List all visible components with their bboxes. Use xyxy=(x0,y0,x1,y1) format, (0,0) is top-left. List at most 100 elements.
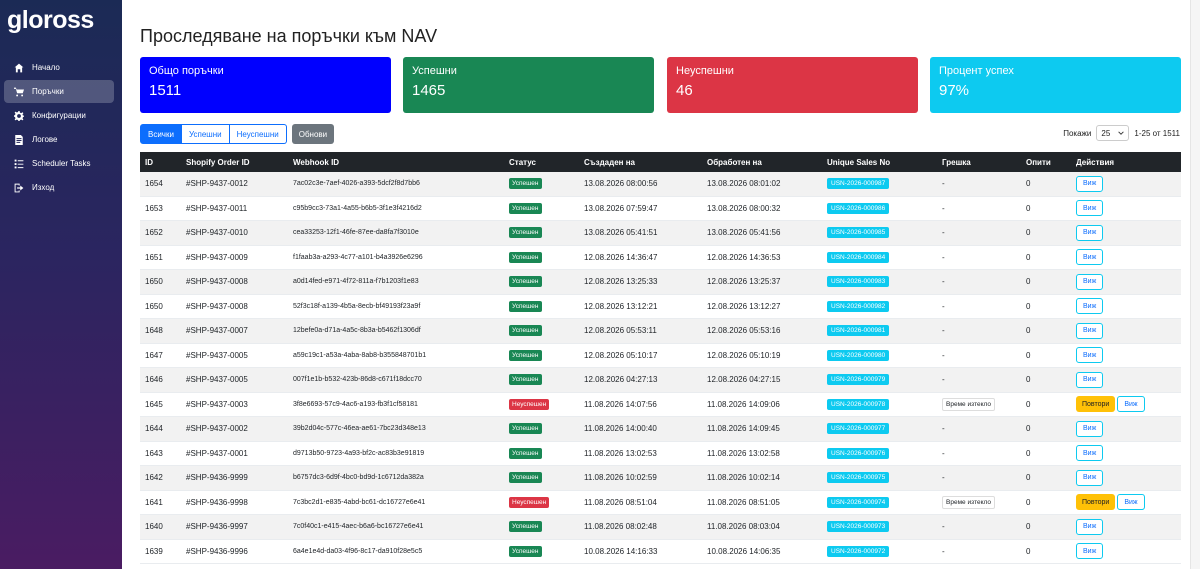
sidebar-item-logs[interactable]: Логове xyxy=(4,128,114,151)
sidebar-item-configurations[interactable]: Конфигурации xyxy=(4,104,114,127)
usn-badge: USN-2026-000978 xyxy=(827,398,890,410)
status-badge: Неуспешен xyxy=(509,398,550,410)
cell-status: Успешен xyxy=(509,515,542,539)
col-header-processed-at[interactable]: Обработен на xyxy=(707,152,762,172)
view-button[interactable]: Виж xyxy=(1076,469,1104,486)
view-button[interactable]: Виж xyxy=(1117,494,1145,511)
cell-error: - xyxy=(942,172,945,196)
per-page-label: Покажи xyxy=(1063,128,1092,138)
cell-attempts: 0 xyxy=(1026,448,1031,458)
error-text: - xyxy=(942,448,945,458)
usn-badge: USN-2026-000974 xyxy=(827,496,890,508)
cell-processed-at: 11.08.2026 08:03:04 xyxy=(707,522,780,532)
cell-created-at: 11.08.2026 14:00:40 xyxy=(584,424,657,434)
view-button[interactable]: Виж xyxy=(1076,249,1104,266)
stat-value: 97% xyxy=(939,82,970,99)
cell-webhook-id: cea33253-12f1-46fe-87ee-da8fa7f3010e xyxy=(293,229,419,237)
view-button[interactable]: Виж xyxy=(1076,518,1104,535)
sidebar-item-label: Изход xyxy=(32,183,55,192)
col-header-webhook-id[interactable]: Webhook ID xyxy=(293,152,339,172)
table-row: 1644 #SHP-9437-0002 39b2d04c-577c-46ea-ae6… xyxy=(140,417,1181,442)
cell-created-at: 12.08.2026 05:10:17 xyxy=(584,350,658,360)
cell-id: 1644 xyxy=(145,424,163,434)
table-row: 1647 #SHP-9437-0005 a59c19c1-a53a-4aba-8ab… xyxy=(140,344,1181,368)
cell-shopify-order-id: #SHP-9436-9996 xyxy=(186,546,248,556)
filter-success-button[interactable]: Успешни xyxy=(181,124,230,144)
sidebar-item-home[interactable]: Начало xyxy=(4,56,114,79)
error-text: - xyxy=(942,473,945,483)
table-row: 1648 #SHP-9437-0007 12befe0a-d71a-4a5c-8b3… xyxy=(140,319,1181,344)
cell-attempts: 0 xyxy=(1026,546,1031,556)
stat-value: 1511 xyxy=(149,82,182,99)
view-button[interactable]: Виж xyxy=(1076,371,1104,388)
view-button[interactable]: Виж xyxy=(1076,420,1104,437)
cell-created-at: 12.08.2026 14:36:47 xyxy=(584,252,658,262)
cell-error: Време изтекло xyxy=(942,491,995,515)
cell-id: 1645 xyxy=(145,399,163,409)
status-badge: Успешен xyxy=(509,521,542,533)
filter-all-button[interactable]: Всички xyxy=(140,124,182,144)
view-button[interactable]: Виж xyxy=(1076,273,1104,290)
table-row: 1646 #SHP-9437-0005 007f1e1b-b532-423b-86d… xyxy=(140,368,1181,393)
cell-unique-sales-no: USN-2026-000977 xyxy=(827,417,890,441)
cell-unique-sales-no: USN-2026-000974 xyxy=(827,491,890,515)
filter-failed-button[interactable]: Неуспешни xyxy=(229,124,287,144)
usn-badge: USN-2026-000987 xyxy=(827,178,890,190)
view-button[interactable]: Виж xyxy=(1076,175,1104,192)
cell-processed-at: 11.08.2026 14:09:06 xyxy=(707,399,780,409)
cell-attempts: 0 xyxy=(1026,375,1031,385)
cell-error: - xyxy=(942,344,945,368)
view-button[interactable]: Виж xyxy=(1076,224,1104,241)
col-header-created-at[interactable]: Създаден на xyxy=(584,152,635,172)
view-button[interactable]: Виж xyxy=(1117,396,1145,413)
page-scrollbar[interactable] xyxy=(1190,0,1200,569)
app-logo[interactable]: gloross xyxy=(7,6,94,35)
table-row: 1651 #SHP-9437-0009 f1faab3a-a293-4c77-a10… xyxy=(140,246,1181,270)
cell-processed-at: 12.08.2026 04:27:15 xyxy=(707,375,781,385)
pagination-range: 1-25 от 1511 xyxy=(1134,128,1180,138)
cell-status: Успешен xyxy=(509,270,542,294)
cell-id: 1652 xyxy=(145,228,163,238)
cell-status: Успешен xyxy=(509,466,542,490)
cell-id: 1648 xyxy=(145,326,163,336)
cell-processed-at: 12.08.2026 05:10:19 xyxy=(707,350,781,360)
sidebar-item-orders[interactable]: Поръчки xyxy=(4,80,114,103)
usn-badge: USN-2026-000977 xyxy=(827,423,890,435)
retry-button[interactable]: Повтори xyxy=(1076,494,1116,511)
cell-shopify-order-id: #SHP-9437-0009 xyxy=(186,252,248,262)
view-button[interactable]: Виж xyxy=(1076,347,1104,364)
status-badge: Успешен xyxy=(509,447,542,459)
cell-webhook-id: a0d14fed-e971-4f72-811a-f7b1203f1e83 xyxy=(293,278,419,286)
cell-attempts: 0 xyxy=(1026,179,1031,189)
cell-processed-at: 12.08.2026 13:12:27 xyxy=(707,301,781,311)
cell-webhook-id: 7ac02c3e-7aef-4026-a393-5dcf2f8d7bb6 xyxy=(293,180,420,188)
cell-error: - xyxy=(942,246,945,270)
usn-badge: USN-2026-000972 xyxy=(827,545,890,557)
sidebar: gloross Начало Поръчки Конфигурации Лого… xyxy=(0,0,122,569)
cell-shopify-order-id: #SHP-9437-0012 xyxy=(186,179,248,189)
refresh-button[interactable]: Обнови xyxy=(291,124,335,144)
col-header-unique-sales-no[interactable]: Unique Sales No xyxy=(827,152,890,172)
stat-label: Общо поръчки xyxy=(149,65,224,77)
view-button[interactable]: Виж xyxy=(1076,200,1104,217)
cell-processed-at: 12.08.2026 14:36:53 xyxy=(707,252,781,262)
col-header-id[interactable]: ID xyxy=(145,152,153,172)
cell-status: Успешен xyxy=(509,197,542,221)
col-header-error[interactable]: Грешка xyxy=(942,152,971,172)
sidebar-item-logout[interactable]: Изход xyxy=(4,176,114,199)
cell-actions: Виж xyxy=(1076,246,1104,270)
view-button[interactable]: Виж xyxy=(1076,298,1104,315)
col-header-shopify-order-id[interactable]: Shopify Order ID xyxy=(186,152,250,172)
view-button[interactable]: Виж xyxy=(1076,543,1104,560)
table-row: 1645 #SHP-9437-0003 3f8e6693-57c9-4ac6-a19… xyxy=(140,393,1181,417)
col-header-attempts[interactable]: Опити xyxy=(1026,152,1051,172)
col-header-status[interactable]: Статус xyxy=(509,152,536,172)
per-page-select[interactable]: 25 xyxy=(1096,125,1130,141)
usn-badge: USN-2026-000981 xyxy=(827,325,890,337)
cell-processed-at: 11.08.2026 13:02:58 xyxy=(707,448,780,458)
retry-button[interactable]: Повтори xyxy=(1076,396,1116,413)
view-button[interactable]: Виж xyxy=(1076,322,1104,339)
sidebar-item-scheduler-tasks[interactable]: Scheduler Tasks xyxy=(4,152,114,175)
view-button[interactable]: Виж xyxy=(1076,445,1104,462)
cart-icon xyxy=(14,87,24,96)
